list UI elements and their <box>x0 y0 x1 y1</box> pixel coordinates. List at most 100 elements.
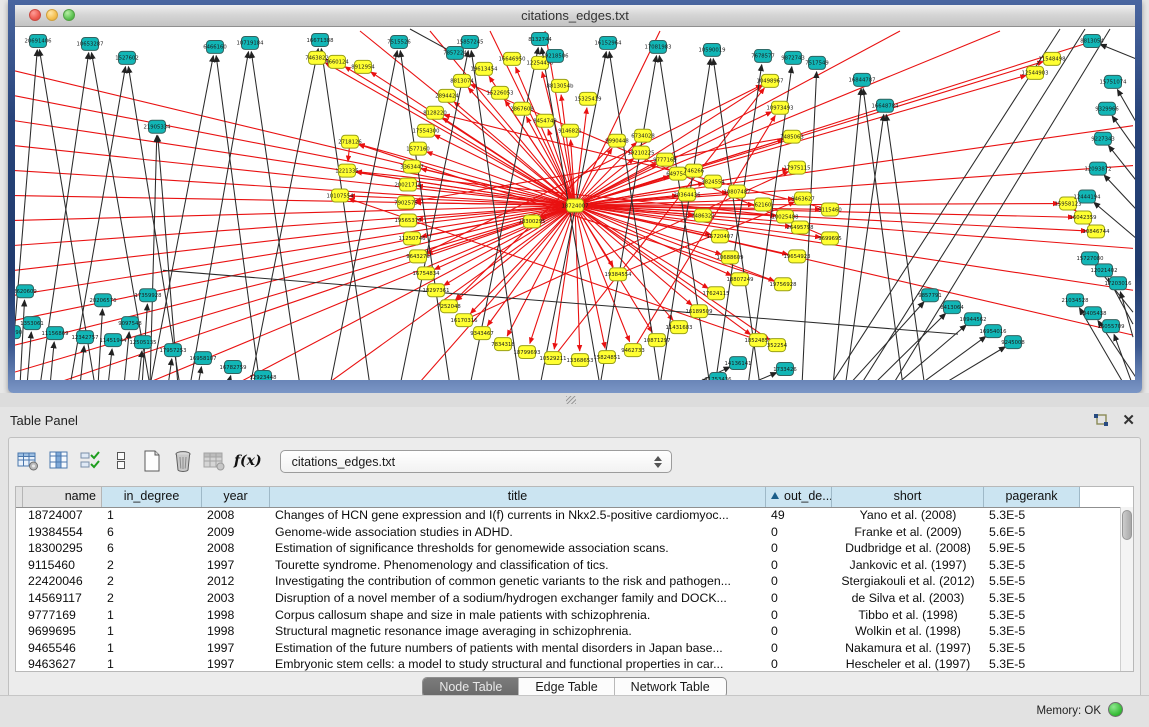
graph-node[interactable]: 352254 <box>767 339 788 352</box>
graph-node[interactable]: 12923448 <box>250 371 277 380</box>
graph-node[interactable]: 11451944 <box>100 334 128 347</box>
graph-node[interactable]: 18799693 <box>514 346 541 359</box>
graph-node[interactable]: 10529211 <box>540 352 567 365</box>
graph-node[interactable]: 16042359 <box>1070 211 1097 224</box>
graph-node[interactable]: 8813054 <box>1080 34 1104 47</box>
graph-node[interactable]: 9115460 <box>818 203 842 216</box>
table-row[interactable]: 1830029562008Estimation of significance … <box>16 540 1120 557</box>
graph-node[interactable]: 16189509 <box>686 305 713 318</box>
graph-node[interactable]: 17957253 <box>160 344 187 357</box>
graph-node[interactable]: 10653287 <box>77 37 104 50</box>
scrollbar-thumb[interactable] <box>1122 510 1132 540</box>
graph-node[interactable]: 12544903 <box>1022 66 1049 79</box>
select-columns-icon[interactable] <box>77 448 103 474</box>
graph-node[interactable]: 9343467 <box>470 327 494 340</box>
graph-node[interactable]: 746266 <box>684 164 705 177</box>
column-header-pagerank[interactable]: pagerank <box>984 487 1080 507</box>
new-table-icon[interactable] <box>139 448 165 474</box>
float-panel-icon[interactable] <box>1093 413 1109 428</box>
column-header-short[interactable]: short <box>832 487 984 507</box>
graph-node[interactable]: 7515526 <box>387 35 411 48</box>
graph-node[interactable]: 12093872 <box>1085 162 1112 175</box>
graph-node[interactable]: 15751074 <box>1100 75 1128 88</box>
graph-node[interactable]: 6734028 <box>631 129 655 142</box>
graph-node[interactable]: 9857791 <box>918 289 942 302</box>
table-row[interactable]: 1872400712008Changes of HCN gene express… <box>16 507 1120 524</box>
graph-node[interactable]: 9643276 <box>406 250 430 263</box>
graph-node[interactable]: 12505135 <box>130 336 157 349</box>
graph-node[interactable]: 9990448 <box>605 134 629 147</box>
graph-node[interactable]: 9146821 <box>558 124 582 137</box>
graph-node[interactable]: 9660124 <box>325 55 349 68</box>
graph-node[interactable]: 16055709 <box>1098 320 1125 333</box>
graph-node[interactable]: 7485063 <box>780 130 804 143</box>
table-settings-icon[interactable] <box>15 448 41 474</box>
table-row[interactable]: 1938455462009Genome-wide association stu… <box>16 524 1120 541</box>
graph-node[interactable]: 7857224 <box>443 46 467 59</box>
graph-node[interactable]: 8132744 <box>528 32 552 45</box>
graph-node[interactable]: 10688609 <box>717 251 744 264</box>
graph-node[interactable]: 2867608 <box>510 102 534 115</box>
network-canvas[interactable]: 1872400718300295999044867340281921022597… <box>15 27 1135 380</box>
vertical-scrollbar[interactable] <box>1120 507 1133 671</box>
table-select[interactable]: citations_edges.txt <box>280 450 672 473</box>
graph-node[interactable]: 1577160 <box>406 142 430 155</box>
graph-node[interactable]: 2718126 <box>338 135 362 148</box>
graph-node[interactable]: 391590 <box>15 326 23 339</box>
graph-node[interactable]: 7486322 <box>691 209 715 222</box>
graph-node[interactable]: 15727080 <box>1077 252 1105 265</box>
graph-node[interactable]: 3363447 <box>400 160 424 173</box>
graph-node[interactable]: 8128220 <box>423 106 447 119</box>
graph-node[interactable]: 2894424 <box>435 89 459 102</box>
delete-table-icon[interactable] <box>170 448 196 474</box>
graph-node[interactable]: 10719184 <box>237 36 265 49</box>
graph-node[interactable]: 9872743 <box>781 51 805 64</box>
graph-node[interactable]: 9777169 <box>653 153 677 166</box>
table-row[interactable]: 911546021997Tourette syndrome. Phenomeno… <box>16 557 1120 574</box>
column-stack-icon[interactable] <box>108 448 134 474</box>
function-builder-icon[interactable]: f(x) <box>234 453 262 469</box>
graph-node[interactable]: 7678577 <box>751 49 775 62</box>
graph-node[interactable]: 12021402 <box>1091 264 1118 277</box>
graph-node[interactable]: 10590019 <box>699 43 726 56</box>
close-panel-icon[interactable]: ✕ <box>1122 411 1135 429</box>
column-header-in_degree[interactable]: in_degree <box>102 487 202 507</box>
graph-node[interactable]: 16646950 <box>499 52 527 65</box>
graph-node[interactable]: 16671388 <box>307 33 334 46</box>
graph-node[interactable]: 9462733 <box>621 344 645 357</box>
graph-node[interactable]: 9245008 <box>1001 336 1025 349</box>
graph-node[interactable]: 20206576 <box>90 294 118 307</box>
graph-node[interactable]: 19654923 <box>784 250 811 263</box>
graph-node[interactable]: 13368653 <box>567 354 594 367</box>
graph-node[interactable]: 12342757 <box>72 331 99 344</box>
graph-node[interactable]: 19756928 <box>770 278 797 291</box>
graph-node[interactable]: 8454749 <box>533 114 557 127</box>
table-row[interactable]: 946554611997Estimation of the future num… <box>16 640 1120 657</box>
graph-node[interactable]: 6466160 <box>203 40 227 53</box>
graph-node[interactable]: 7517549 <box>805 56 829 69</box>
graph-node[interactable]: 1353061 <box>20 317 44 330</box>
network-graph[interactable]: 1872400718300295999044867340281921022597… <box>15 27 1135 380</box>
resize-grip-icon[interactable] <box>566 396 576 404</box>
graph-node[interactable]: 18297361 <box>423 284 450 297</box>
graph-node[interactable]: 62160 <box>755 198 773 211</box>
graph-node[interactable]: 16954016 <box>980 325 1008 338</box>
graph-node[interactable]: 21034528 <box>1062 294 1089 307</box>
table-row[interactable]: 2242004622012Investigating the contribut… <box>16 573 1120 590</box>
column-header-title[interactable]: title <box>270 487 766 507</box>
table-row[interactable]: 946362711997Embryonic stem cells: a mode… <box>16 656 1120 671</box>
graph-node[interactable]: 10846744 <box>1083 225 1111 238</box>
table-row[interactable]: 1456911722003Disruption of a novel membe… <box>16 590 1120 607</box>
graph-node[interactable]: 10807487 <box>724 185 751 198</box>
graph-node[interactable]: 8813054b <box>547 79 575 92</box>
graph-node[interactable]: 10944562 <box>960 313 987 326</box>
graph-node[interactable]: 11548498 <box>1039 52 1066 65</box>
graph-node[interactable]: 1733426 <box>773 363 797 376</box>
graph-node[interactable]: 11250746 <box>399 232 427 245</box>
graph-node[interactable]: 10405438 <box>1080 307 1107 320</box>
graph-node[interactable]: 8413064 <box>940 301 964 314</box>
graph-node[interactable]: 9329966 <box>1095 102 1119 115</box>
graph-node[interactable]: 17624115 <box>703 287 730 300</box>
table-column-icon[interactable] <box>46 448 72 474</box>
graph-node[interactable]: 7252048 <box>437 300 461 313</box>
